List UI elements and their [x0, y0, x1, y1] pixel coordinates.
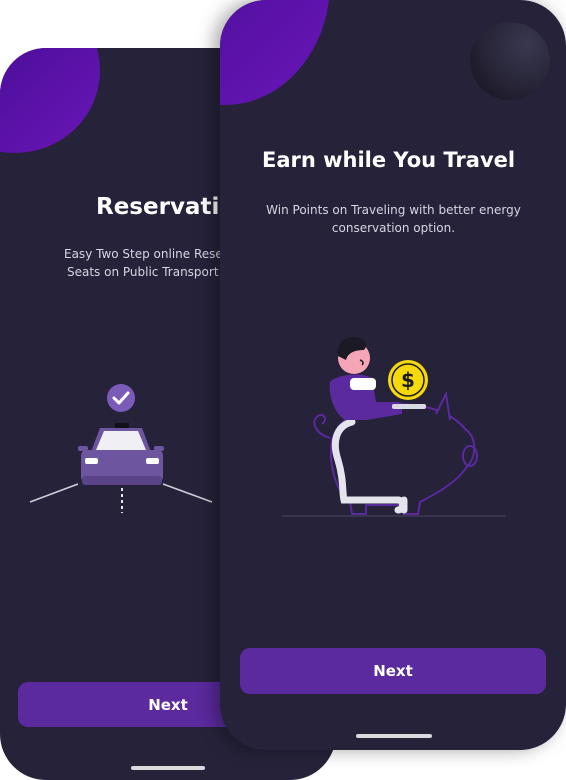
piggy-bank-coin-icon: $ — [282, 336, 506, 517]
subtitle-line: Win Points on Traveling with better ener… — [266, 203, 521, 217]
home-indicator — [356, 734, 432, 738]
screen-subtitle: Win Points on Traveling with better ener… — [240, 201, 547, 237]
decorative-blob — [0, 48, 100, 153]
home-indicator — [131, 766, 205, 770]
decorative-blob — [220, 0, 330, 105]
next-button[interactable]: Next — [240, 648, 546, 694]
decorative-circle — [470, 22, 550, 100]
taxi-check-icon — [29, 384, 213, 513]
screen-title: Reservatio — [96, 194, 236, 220]
svg-text:$: $ — [401, 368, 415, 392]
screen-title: Earn while You Travel — [262, 148, 516, 172]
onboarding-screen-earn: Earn while You Travel Win Points on Trav… — [220, 0, 566, 750]
subtitle-line: conservation option. — [331, 221, 456, 235]
